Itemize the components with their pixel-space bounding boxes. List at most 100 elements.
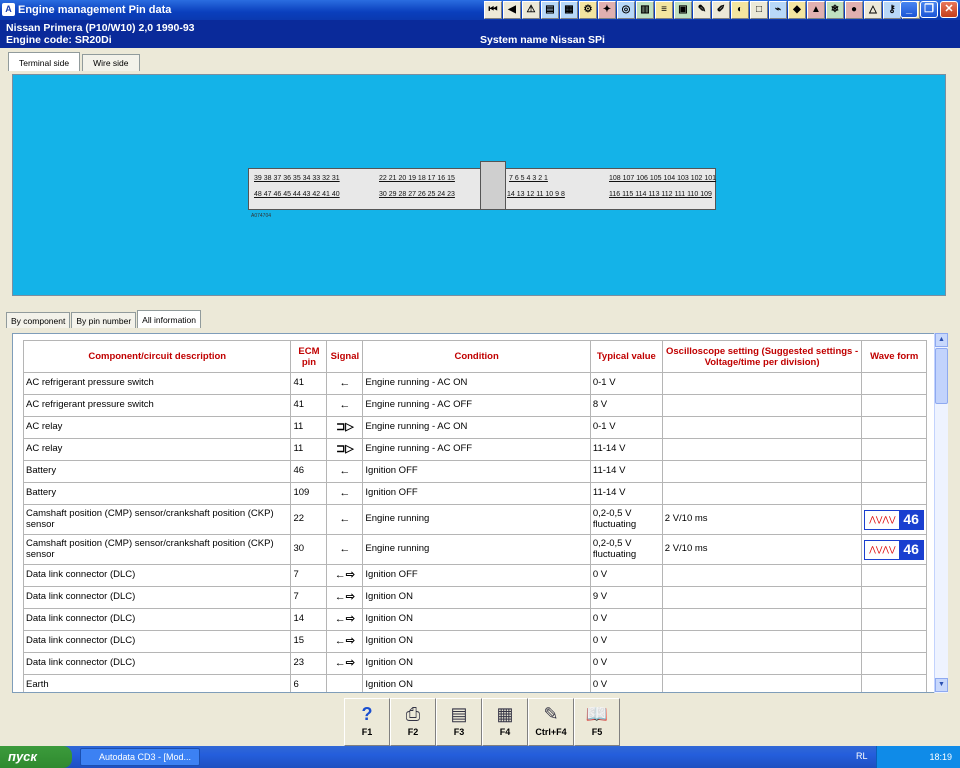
table-row[interactable]: AC relay 11 ⊐▷ Engine running - AC ON 0-1 V [22, 416, 927, 439]
cell-ecm-pin: 11 [290, 416, 328, 439]
cell-wave-form [861, 652, 927, 675]
key-icon[interactable]: ⚷ [883, 1, 901, 19]
tab-by-component[interactable]: By component [6, 312, 71, 328]
cell-typical: 0,2-0,5 V fluctuating [589, 534, 663, 565]
table-row[interactable]: Camshaft position (CMP) sensor/crankshaf… [22, 504, 927, 535]
tab-terminal-side[interactable]: Terminal side [8, 52, 81, 71]
cell-description: Data link connector (DLC) [22, 652, 292, 675]
pin-row-top-far: 108 107 106 105 104 103 102 101 [609, 175, 717, 182]
cell-wave-form [861, 372, 927, 395]
col-condition-header: Condition [362, 340, 591, 373]
table-row[interactable]: AC relay 11 ⊐▷ Engine running - AC OFF 11-14… [22, 438, 927, 461]
f1-help-button[interactable]: ? F1 [344, 698, 390, 746]
cell-scope [661, 482, 863, 505]
cell-ecm-pin: 109 [290, 482, 328, 505]
book-icon: 📖 [585, 704, 609, 724]
air-con-icon[interactable]: ❄ [826, 1, 844, 19]
notes-icon: ✎ [543, 704, 559, 724]
cell-ecm-pin: 23 [290, 652, 328, 675]
car-icon[interactable]: ▲ [807, 1, 825, 19]
waveform-button[interactable]: ⋀⋁⋀⋁ 46 [864, 539, 924, 560]
cell-wave-form [861, 586, 927, 609]
cell-typical: 9 V [589, 586, 663, 609]
cell-signal: ← [326, 534, 364, 565]
tab-all-information[interactable]: All information [137, 310, 202, 328]
cell-scope: 2 V/10 ms [661, 504, 863, 535]
cell-ecm-pin: 22 [290, 504, 328, 535]
cell-description: Data link connector (DLC) [22, 630, 292, 653]
gauge-icon[interactable]: ◎ [617, 1, 635, 19]
triangle-icon[interactable]: △ [864, 1, 882, 19]
taskbar-app-button[interactable]: Autodata CD3 - [Mod... [80, 748, 200, 766]
table-row[interactable]: Data link connector (DLC) 14 ←⇨ Ignition ON… [22, 608, 927, 631]
table-body: AC refrigerant pressure switch 41 ← Engine … [22, 372, 927, 692]
scroll-up-icon[interactable]: ▲ [935, 333, 948, 347]
pin-row-bottom-right: 14 13 12 11 10 9 8 [507, 191, 565, 198]
table-row[interactable]: AC refrigerant pressure switch 41 ← Engine … [22, 372, 927, 395]
waveform-button[interactable]: ⋀⋁⋀⋁ 46 [864, 509, 924, 530]
document-icon[interactable]: ▤ [541, 1, 559, 19]
wiring-icon[interactable]: ⌁ [769, 1, 787, 19]
cell-scope: 2 V/10 ms [661, 534, 863, 565]
close-icon[interactable]: ✕ [940, 1, 958, 18]
tab-by-pin-number[interactable]: By pin number [71, 312, 137, 328]
cell-wave-form[interactable]: ⋀⋁⋀⋁ 46 [861, 534, 927, 565]
table-row[interactable]: Data link connector (DLC) 15 ←⇨ Ignition ON… [22, 630, 927, 653]
wrench-icon[interactable]: ✎ [693, 1, 711, 19]
cell-condition: Ignition ON [362, 630, 591, 653]
grid-icon[interactable]: ▥ [636, 1, 654, 19]
f2-print-button[interactable]: ⎙ F2 [390, 698, 436, 746]
ctrl-f4-notes-button[interactable]: ✎ Ctrl+F4 [528, 698, 574, 746]
cell-signal: ← [326, 460, 364, 483]
cell-scope [661, 608, 863, 631]
scroll-thumb[interactable] [935, 348, 948, 404]
timing-icon[interactable]: ◐ [731, 1, 749, 19]
cell-wave-form [861, 482, 927, 505]
service-icon[interactable]: ▣ [674, 1, 692, 19]
table-row[interactable]: Data link connector (DLC) 7 ←⇨ Ignition ON 9… [22, 586, 927, 609]
language-indicator[interactable]: RL [856, 751, 868, 761]
start-button[interactable]: пуск [0, 746, 72, 768]
table-row[interactable]: Camshaft position (CMP) sensor/crankshaf… [22, 534, 927, 565]
cell-ecm-pin: 46 [290, 460, 328, 483]
f4-button[interactable]: ▦ F4 [482, 698, 528, 746]
cell-wave-form [861, 438, 927, 461]
table-row[interactable]: Earth 6 Ignition ON 0 V [22, 674, 927, 692]
cell-description: Earth [22, 674, 292, 692]
minimize-icon[interactable]: _ [900, 1, 918, 18]
restore-icon[interactable]: ❐ [920, 1, 938, 18]
engine-icon[interactable]: ⚙ [579, 1, 597, 19]
f3-button[interactable]: ▤ F3 [436, 698, 482, 746]
chart-icon[interactable]: ▦ [560, 1, 578, 19]
airbag-icon[interactable]: ● [845, 1, 863, 19]
table-row[interactable]: Battery 109 ← Ignition OFF 11-14 V [22, 482, 927, 505]
tab-wire-side[interactable]: Wire side [82, 54, 140, 71]
cell-typical: 0 V [589, 630, 663, 653]
previous-icon[interactable]: ◀ [503, 1, 521, 19]
pin-row-top-right: 7 6 5 4 3 2 1 [509, 175, 548, 182]
table-row[interactable]: Data link connector (DLC) 7 ←⇨ Ignition OFF… [22, 564, 927, 587]
cell-scope [661, 586, 863, 609]
cell-signal: ←⇨ [326, 652, 364, 675]
list-icon[interactable]: ≡ [655, 1, 673, 19]
cell-condition: Ignition OFF [362, 564, 591, 587]
table-row[interactable]: Battery 46 ← Ignition OFF 11-14 V [22, 460, 927, 483]
tool-icon[interactable]: ✦ [598, 1, 616, 19]
cell-signal: ←⇨ [326, 586, 364, 609]
vertical-scrollbar[interactable]: ▲ ▼ [934, 333, 948, 693]
first-record-icon[interactable]: ⏮ [484, 1, 502, 19]
scroll-down-icon[interactable]: ▼ [935, 678, 948, 692]
cell-condition: Engine running - AC OFF [362, 394, 591, 417]
ctrl-f4-label: Ctrl+F4 [535, 727, 567, 737]
col-wave-header: Wave form [861, 340, 927, 373]
cell-ecm-pin: 6 [290, 674, 328, 692]
table-row[interactable]: AC refrigerant pressure switch 41 ← Engine … [22, 394, 927, 417]
spanner-icon[interactable]: ✐ [712, 1, 730, 19]
blank-icon[interactable]: □ [750, 1, 768, 19]
warning-icon[interactable]: ⚠ [522, 1, 540, 19]
cell-wave-form[interactable]: ⋀⋁⋀⋁ 46 [861, 504, 927, 535]
cell-typical: 0 V [589, 652, 663, 675]
f5-button[interactable]: 📖 F5 [574, 698, 620, 746]
table-row[interactable]: Data link connector (DLC) 23 ←⇨ Ignition ON… [22, 652, 927, 675]
component-icon[interactable]: ◆ [788, 1, 806, 19]
